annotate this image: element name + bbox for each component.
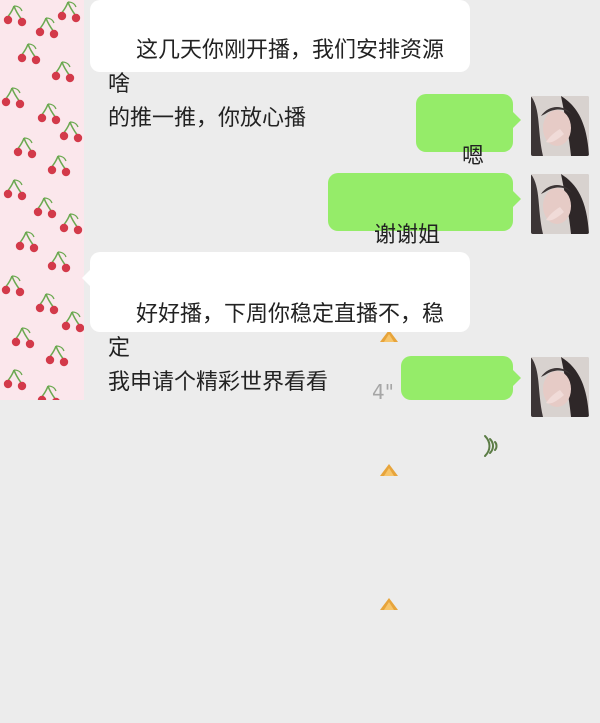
bubble-tail [513, 191, 521, 207]
bubble-tail [513, 370, 521, 386]
incoming-message-1-text: 这几天你刚开播，我们安排资源啥 的推一推，你放心播 [108, 38, 444, 131]
left-wallpaper [0, 0, 84, 400]
user-avatar-3[interactable] [531, 357, 589, 417]
avatar-photo-2 [531, 174, 589, 234]
incoming-message-1: 这几天你刚开播，我们安排资源啥 的推一推，你放心播 [90, 0, 470, 131]
avatar-photo-3 [531, 357, 589, 417]
user-avatar-2[interactable] [531, 174, 589, 234]
outgoing-message-2: 谢谢姐 [328, 173, 521, 610]
avatar-photo [531, 96, 589, 156]
outgoing-message-1: 嗯嗯， [416, 94, 521, 203]
voice-wave-icon [479, 364, 507, 457]
incoming-message-2: 好好播，下周你稳定直播不，稳定 我申请个精彩世界看看 [82, 252, 470, 395]
outgoing-message-2-text: 谢谢姐 [373, 223, 440, 248]
bubble-tail [82, 270, 90, 286]
voice-duration: 4" [372, 380, 394, 404]
bubble-tail [513, 112, 521, 128]
chat-screen: 这几天你刚开播，我们安排资源啥 的推一推，你放心播 嗯嗯， 谢谢姐 [0, 0, 600, 610]
cherry-wallpaper [0, 0, 84, 400]
voice-message[interactable] [401, 356, 521, 457]
praying-hands-icon [378, 521, 400, 610]
user-avatar[interactable] [531, 96, 589, 156]
